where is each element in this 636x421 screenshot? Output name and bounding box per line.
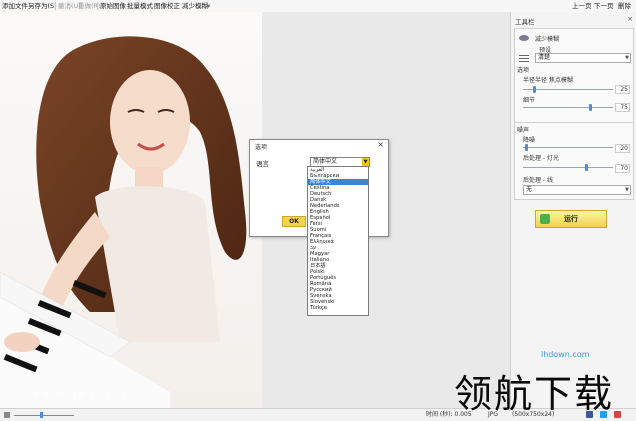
language-select-value: 简体中文 [313, 158, 338, 165]
detail-slider[interactable] [523, 107, 613, 108]
options-section: 减少模糊 预设 清楚 ▼ 选项 半径半径 焦点模糊 25 细节 75 [514, 28, 634, 134]
noise-label: 降噪 [523, 137, 536, 144]
ok-button[interactable]: OK [282, 216, 306, 227]
post2-select-value: 无 [526, 186, 533, 193]
menu-original-image[interactable]: 原始图像 [100, 0, 126, 12]
zoom-slider-thumb[interactable] [40, 412, 43, 418]
run-button[interactable]: 运行 [535, 210, 607, 228]
radius-label: 半径半径 焦点模糊 [523, 77, 573, 84]
menu-next-page[interactable]: 下一页 [594, 0, 614, 12]
zoom-out-icon[interactable] [4, 412, 10, 418]
post-slider[interactable] [523, 167, 613, 168]
preset-select[interactable]: 清楚 ▼ [535, 53, 631, 63]
post-value[interactable]: 70 [615, 164, 630, 173]
chevron-down-icon[interactable]: ▼ [362, 158, 369, 166]
chevron-down-icon: ▼ [625, 55, 629, 61]
run-button-label: 运行 [564, 215, 578, 223]
watermark-url: lhdown.com [541, 350, 590, 359]
radius-slider[interactable] [523, 89, 613, 90]
menu-image-correction[interactable]: 图像校正 [154, 0, 180, 12]
radius-slider-thumb[interactable] [533, 86, 536, 93]
post-label: 后处理 - 灯光 [523, 155, 559, 162]
menu-add-file[interactable]: 添加文件 [2, 0, 28, 12]
share-icon[interactable] [614, 411, 621, 418]
detail-label: 细节 [523, 97, 536, 104]
photo-illustration [0, 12, 262, 408]
watermark-logo: 领航下载 [454, 372, 615, 416]
language-option[interactable]: Türkçe [308, 305, 368, 311]
radius-value[interactable]: 25 [615, 85, 630, 94]
preset-label: 减少模糊 [535, 36, 560, 43]
menu-reduce-blur[interactable]: 减少模糊 [182, 0, 208, 12]
noise-section: 噪声 降噪 20 后处理 - 灯光 70 后处理 - 线 无 ▼ [514, 122, 634, 200]
menu-save-as[interactable]: 另存为(S) [28, 0, 57, 12]
menu-prev-page[interactable]: 上一页 [572, 0, 592, 12]
detail-slider-thumb[interactable] [589, 104, 592, 111]
dialog-title: 选项 [255, 144, 268, 151]
section1-label: 选项 [517, 67, 530, 74]
menu-dropdown-icon[interactable]: ▾ [207, 0, 210, 12]
close-icon[interactable]: × [377, 140, 384, 149]
post-slider-thumb[interactable] [585, 164, 588, 171]
noise-slider[interactable] [523, 147, 613, 148]
zoom-slider[interactable] [14, 415, 74, 416]
language-dropdown-list[interactable]: العربية Български 简体中文 Čeština Deutsch Dansk N… [307, 166, 369, 316]
noise-section-label: 噪声 [517, 127, 530, 134]
tool-panel: 工具栏 × 减少模糊 预设 清楚 ▼ 选项 半径半径 焦点模糊 25 细节 75… [510, 12, 636, 408]
preset-select-value: 清楚 [538, 54, 551, 61]
run-icon [540, 214, 550, 224]
close-icon[interactable]: × [627, 15, 633, 23]
photo: FANCIES/2012 [0, 12, 262, 408]
post2-label: 后处理 - 线 [523, 177, 553, 184]
chevron-down-icon: ▼ [625, 187, 629, 193]
post2-select[interactable]: 无 ▼ [523, 185, 631, 195]
noise-slider-thumb[interactable] [525, 144, 528, 151]
noise-value[interactable]: 20 [615, 144, 630, 153]
tool-panel-title: 工具栏 [515, 18, 535, 26]
detail-value[interactable]: 75 [615, 103, 630, 112]
preset-icon [519, 35, 529, 41]
language-label: 语言 [256, 160, 269, 168]
preset-list-icon [519, 54, 529, 62]
photo-caption: FANCIES/2012 [34, 390, 139, 400]
menu-delete[interactable]: 删除 [618, 0, 631, 12]
menu-batch-mode[interactable]: 批量模式 [127, 0, 153, 12]
